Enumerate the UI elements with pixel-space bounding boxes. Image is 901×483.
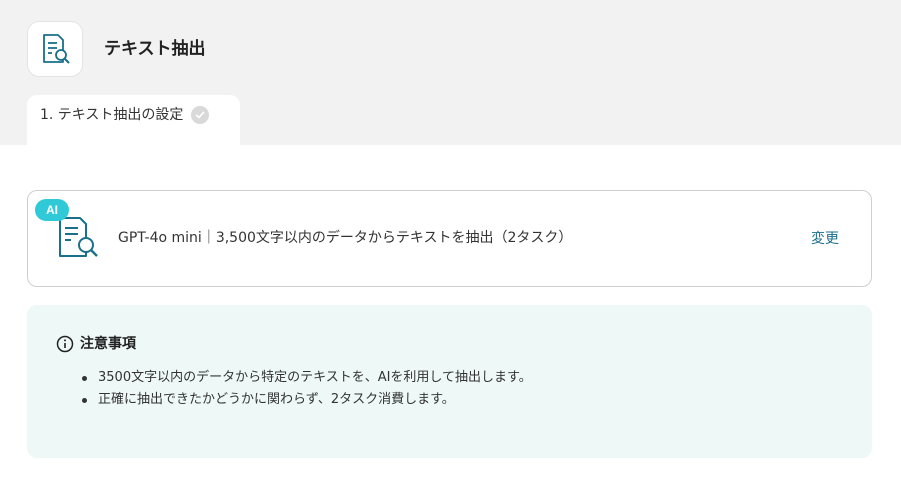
check-circle-icon [191,106,210,124]
app-icon-container [27,21,83,77]
change-button[interactable]: 変更 [811,229,839,249]
step-tab-label: 1. テキスト抽出の設定 [40,107,184,123]
step-tab-1[interactable]: 1. テキスト抽出の設定 [27,95,240,145]
bullet-icon [82,398,87,403]
notice-item-text: 3500文字以内のデータから特定のテキストを、AIを利用して抽出します。 [98,370,532,385]
page-title: テキスト抽出 [104,39,206,59]
notice-list: 3500文字以内のデータから特定のテキストを、AIを利用して抽出します。 正確に… [80,367,532,411]
action-description: GPT-4o mini｜3,500文字以内のデータからテキストを抽出（2タスク） [118,230,573,246]
notice-header: 注意事項 [56,334,136,354]
list-item: 3500文字以内のデータから特定のテキストを、AIを利用して抽出します。 [80,367,532,389]
notice-item-text: 正確に抽出できたかどうかに関わらず、2タスク消費します。 [98,392,455,407]
info-icon [56,335,74,353]
document-search-icon [43,34,70,64]
ai-badge: AI [35,199,69,221]
document-search-icon [59,217,98,257]
notice-title: 注意事項 [80,336,136,352]
list-item: 正確に抽出できたかどうかに関わらず、2タスク消費します。 [80,389,532,411]
bullet-icon [82,376,87,381]
